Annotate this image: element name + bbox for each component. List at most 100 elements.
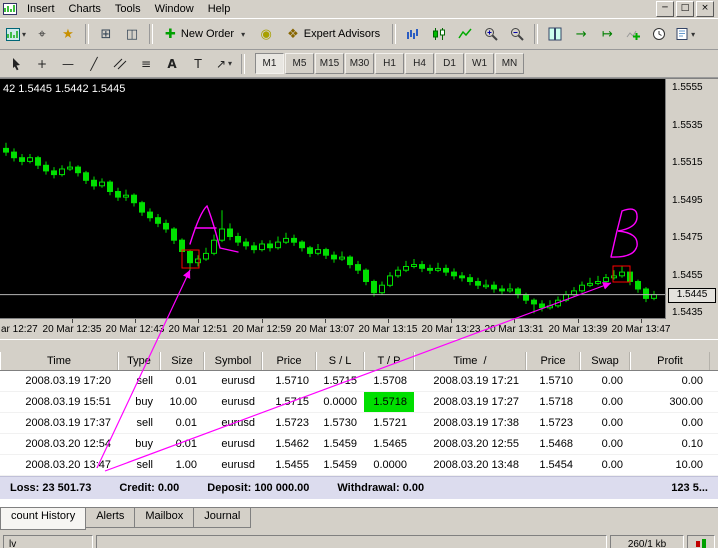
menu-tools[interactable]: Tools — [108, 2, 148, 16]
data-window-button[interactable]: ◫ — [120, 22, 144, 46]
cell: 1.00 — [160, 455, 204, 475]
trendline-tool-button[interactable]: ╱ — [82, 54, 106, 74]
profiles-button[interactable]: ⌖ — [30, 22, 54, 46]
column-header-3[interactable]: Symbol — [204, 352, 262, 370]
history-row[interactable]: 2008.03.20 13:47sell1.00eurusd1.54551.54… — [0, 455, 718, 476]
tile-windows-button[interactable] — [543, 22, 567, 46]
column-header-5[interactable]: S / L — [316, 352, 364, 370]
restore-button[interactable]: □ — [676, 1, 694, 17]
candlestick-plot[interactable] — [0, 79, 666, 319]
column-header-1[interactable]: Type — [118, 352, 160, 370]
price-axis[interactable]: 1.54351.54551.54751.54951.55151.55351.55… — [665, 79, 718, 339]
timeframe-m5-button[interactable]: M5 — [285, 53, 314, 74]
chart-system-icon[interactable] — [2, 2, 18, 16]
close-button[interactable]: × — [696, 1, 714, 17]
history-row[interactable]: 2008.03.20 12:54buy0.01eurusd1.54621.545… — [0, 434, 718, 455]
column-header-10[interactable]: Profit — [630, 352, 710, 370]
timeframe-d1-button[interactable]: D1 — [435, 53, 464, 74]
candle-body — [236, 237, 241, 243]
column-header-6[interactable]: T / P — [364, 352, 414, 370]
zoom-in-icon — [484, 27, 498, 41]
minimize-button[interactable]: ─ — [656, 1, 674, 17]
text-label-tool-button[interactable]: T — [186, 54, 210, 74]
arrows-tool-button[interactable]: ↗▾ — [212, 54, 236, 74]
terminal-tabs: count HistoryAlertsMailboxJournal — [0, 507, 718, 530]
timeframe-m30-button[interactable]: M30 — [345, 53, 374, 74]
menu-window[interactable]: Window — [148, 2, 201, 16]
window-controls: ─□× — [656, 1, 716, 17]
candle-body — [292, 238, 297, 242]
equidistant-channel-tool-button[interactable] — [108, 54, 132, 74]
price-tick-label: 1.5555 — [672, 82, 703, 93]
time-tick-label: ar 12:27 — [1, 324, 38, 335]
column-header-2[interactable]: Size — [160, 352, 204, 370]
timeframe-m15-button[interactable]: M15 — [315, 53, 344, 74]
zoom-in-button[interactable] — [479, 22, 503, 46]
column-header-7[interactable]: Time / — [414, 352, 526, 370]
new-chart-button[interactable]: ▾ — [4, 22, 28, 46]
cell: 2008.03.19 17:38 — [414, 413, 526, 433]
candle-body — [20, 158, 25, 162]
market-watch-button[interactable]: ★ — [56, 22, 80, 46]
candle-body — [636, 282, 641, 290]
timeframe-m1-button[interactable]: M1 — [255, 53, 284, 74]
chart-shift-button[interactable]: ↦ — [595, 22, 619, 46]
candle-body — [604, 278, 609, 282]
candle-body — [356, 265, 361, 271]
connection-bar-green — [702, 539, 706, 548]
line-chart-button[interactable] — [453, 22, 477, 46]
time-axis[interactable]: ar 12:2720 Mar 12:3520 Mar 12:4320 Mar 1… — [0, 318, 666, 339]
candle-body — [132, 195, 137, 203]
cell: 1.5723 — [262, 413, 316, 433]
candle-body — [500, 289, 505, 291]
terminal-panel: TimeTypeSizeSymbolPriceS / LT / PTime /P… — [0, 352, 718, 530]
price-tick-label: 1.5495 — [672, 195, 703, 206]
candle-body — [316, 250, 321, 254]
history-row[interactable]: 2008.03.19 17:20sell0.01eurusd1.57101.57… — [0, 371, 718, 392]
candle-body — [372, 282, 377, 293]
tab-mailbox[interactable]: Mailbox — [134, 508, 194, 528]
column-header-8[interactable]: Price — [526, 352, 580, 370]
candle-body — [532, 300, 537, 304]
timeframe-mn-button[interactable]: MN — [495, 53, 524, 74]
time-tick-mark — [325, 319, 326, 323]
candlestick-chart-button[interactable] — [427, 22, 451, 46]
column-header-0[interactable]: Time — [0, 352, 118, 370]
templates-icon — [675, 27, 689, 41]
templates-button[interactable]: ▾ — [673, 22, 697, 46]
horizontal-line-tool-button[interactable]: — — [56, 54, 80, 74]
menu-help[interactable]: Help — [201, 2, 238, 16]
zoom-out-button[interactable] — [505, 22, 529, 46]
history-row[interactable]: 2008.03.19 15:51buy10.00eurusd1.57150.00… — [0, 392, 718, 413]
timeframe-h1-button[interactable]: H1 — [375, 53, 404, 74]
tab-alerts[interactable]: Alerts — [85, 508, 135, 528]
timeframe-h4-button[interactable]: H4 — [405, 53, 434, 74]
bar-chart-button[interactable] — [401, 22, 425, 46]
time-tick-mark — [641, 319, 642, 323]
text-tool-button[interactable]: A — [160, 54, 184, 74]
menu-insert[interactable]: Insert — [20, 2, 62, 16]
auto-scroll-button[interactable]: → — [569, 22, 593, 46]
tab-count-history[interactable]: count History — [0, 508, 86, 530]
timeframe-w1-button[interactable]: W1 — [465, 53, 494, 74]
tab-journal[interactable]: Journal — [193, 508, 251, 528]
periods-button[interactable] — [647, 22, 671, 46]
metaeditor-button[interactable]: ◉ — [254, 22, 278, 46]
panel-splitter[interactable] — [0, 339, 718, 352]
history-row[interactable]: 2008.03.19 17:37sell0.01eurusd1.57231.57… — [0, 413, 718, 434]
fibonacci-retracement-tool-button[interactable]: ≡ — [134, 54, 158, 74]
menu-charts[interactable]: Charts — [62, 2, 108, 16]
new-order-button[interactable]: ✚New Order▾ — [158, 22, 252, 46]
ohlc-readout: 42 1.5445 1.5442 1.5445 — [3, 83, 125, 95]
crosshair-tool-button[interactable]: + — [30, 54, 54, 74]
candle-body — [396, 270, 401, 276]
column-header-4[interactable]: Price — [262, 352, 316, 370]
indicators-button[interactable] — [621, 22, 645, 46]
navigator-button[interactable]: ⊞ — [94, 22, 118, 46]
candle-body — [164, 223, 169, 229]
pointer-tool-button[interactable] — [4, 54, 28, 74]
candle-body — [244, 242, 249, 246]
expert-advisors-button[interactable]: ❖Expert Advisors — [280, 22, 387, 46]
column-header-9[interactable]: Swap — [580, 352, 630, 370]
new-order-label: New Order — [181, 28, 234, 40]
